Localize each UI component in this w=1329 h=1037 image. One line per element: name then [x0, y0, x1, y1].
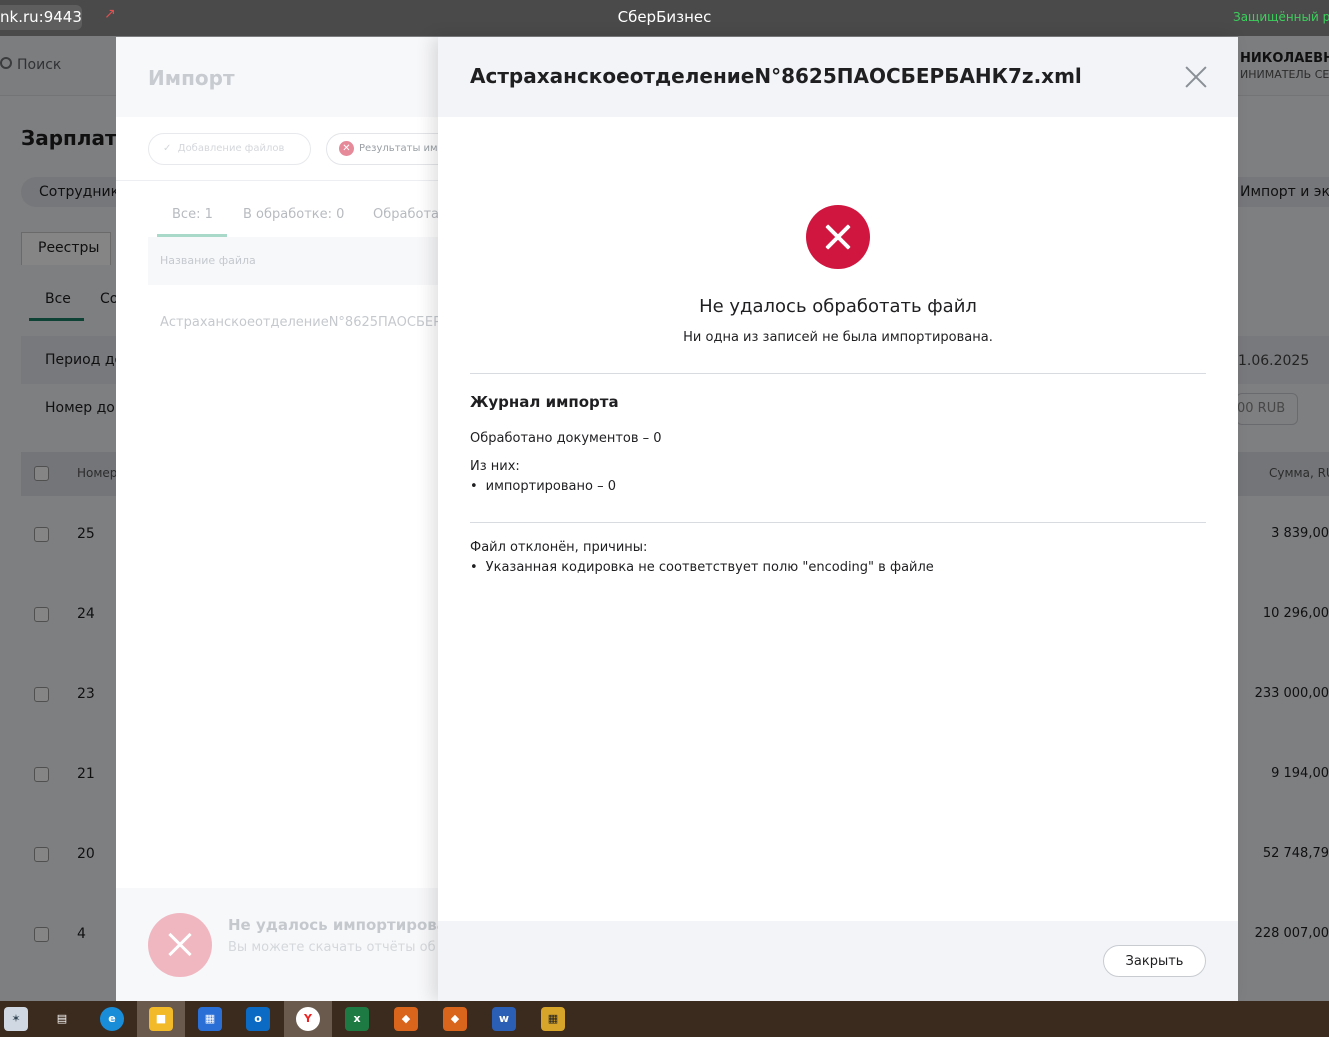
step-add-files[interactable]: ✓ Добавление файлов — [148, 133, 311, 165]
import-status-footer: Не удалось импортировать Вы можете скача… — [116, 888, 465, 1001]
import-log-title: Журнал импорта — [470, 393, 619, 411]
import-status-subtitle: Вы можете скачать отчёты об о — [228, 940, 448, 955]
error-icon — [806, 205, 870, 269]
task-view-icon[interactable]: ▤ — [50, 1007, 74, 1031]
file-name-column-header: Название файла — [148, 237, 456, 285]
excel-icon[interactable]: x — [345, 1007, 369, 1031]
error-small-icon: ✕ — [339, 140, 354, 156]
firefox-icon[interactable]: ◆ — [394, 1007, 418, 1031]
store-icon[interactable]: ▦ — [198, 1007, 222, 1031]
tab-all[interactable]: Все: 1 — [172, 207, 213, 222]
import-panel-header: Импорт — [116, 37, 456, 117]
step-results-label: Результаты им — [359, 143, 438, 154]
tab-processed[interactable]: Обработа — [373, 207, 439, 222]
browser-title-bar: nk.ru:9443 ↗ СберБизнес Защищённый ре — [0, 0, 1329, 36]
modal-title: АстраханскоеотделениеN°8625ПАОСБЕРБАНК7z… — [470, 64, 1082, 88]
imported-count: импортировано – 0 — [470, 479, 616, 494]
error-icon — [148, 913, 212, 977]
error-subtitle: Ни одна из записей не была импортирована… — [683, 330, 993, 345]
of-them-label: Из них: — [470, 459, 520, 474]
word-icon[interactable]: w — [492, 1007, 516, 1031]
import-panel-title: Импорт — [148, 66, 235, 90]
import-status-title: Не удалось импортировать — [228, 916, 466, 934]
close-icon[interactable] — [1184, 65, 1208, 89]
rejected-reason-text: Указанная кодировка не соответствует пол… — [485, 560, 934, 575]
tab-processing[interactable]: В обработке: 0 — [243, 207, 344, 222]
rejected-title: Файл отклонён, причины: — [470, 540, 648, 555]
divider — [470, 373, 1206, 374]
file-name-link[interactable]: АстраханскоеотделениеN°8625ПАОСБЕРБ — [160, 315, 450, 330]
yandex-browser-icon[interactable]: Y — [296, 1007, 320, 1031]
file-result-modal: АстраханскоеотделениеN°8625ПАОСБЕРБАНК7z… — [438, 37, 1238, 1001]
imported-count-text: импортировано – 0 — [485, 479, 616, 494]
error-title: Не удалось обработать файл — [699, 296, 977, 317]
edge-icon[interactable]: e — [100, 1007, 124, 1031]
firefox-icon[interactable]: ◆ — [443, 1007, 467, 1031]
windows-taskbar: ✶ ▤ e ■ ▦ o Y x ◆ ◆ w ▦ — [0, 1001, 1329, 1037]
outlook-icon[interactable]: o — [246, 1007, 270, 1031]
rejected-reason: Указанная кодировка не соответствует пол… — [470, 560, 934, 575]
start-icon[interactable]: ✶ — [4, 1007, 28, 1031]
modal-footer: Закрыть — [438, 921, 1238, 1001]
step-add-files-label: Добавление файлов — [177, 143, 285, 154]
modal-header: АстраханскоеотделениеN°8625ПАОСБЕРБАНК7z… — [438, 37, 1238, 117]
import-panel: Импорт ✓ Добавление файлов ✕ Результаты и… — [116, 37, 466, 1001]
divider — [116, 180, 456, 181]
window-title: СберБизнес — [617, 8, 712, 26]
processed-docs-count: Обработано документов – 0 — [470, 431, 662, 446]
divider — [470, 522, 1206, 523]
secure-connection-label: Защищённый ре — [1233, 10, 1329, 24]
close-button[interactable]: Закрыть — [1103, 945, 1206, 977]
calculator-icon[interactable]: ▦ — [541, 1007, 565, 1031]
file-explorer-icon[interactable]: ■ — [149, 1007, 173, 1031]
